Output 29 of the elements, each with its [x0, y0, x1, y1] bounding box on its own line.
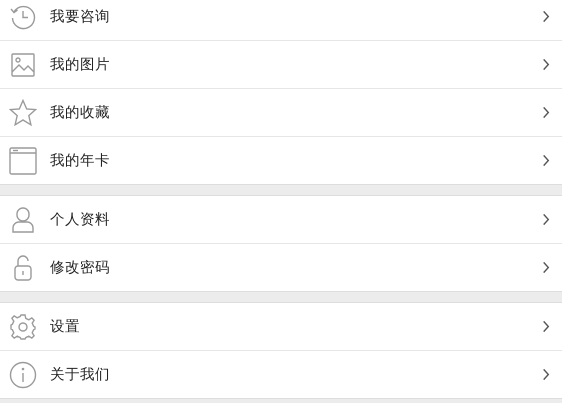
chevron-icon — [542, 368, 550, 381]
menu-label: 我的图片 — [50, 56, 111, 74]
chevron-icon — [542, 261, 550, 274]
menu-item[interactable]: 我的年卡 — [0, 137, 562, 184]
chevron-icon — [542, 106, 550, 119]
chevron-icon — [542, 10, 550, 23]
menu-label: 设置 — [50, 318, 81, 336]
info-icon — [9, 360, 37, 388]
menu-label: 修改密码 — [50, 258, 111, 277]
menu-item[interactable]: 修改密码 — [0, 244, 562, 291]
image-icon — [9, 50, 37, 78]
chevron-icon — [542, 58, 550, 71]
menu-label: 我的年卡 — [50, 152, 111, 170]
chevron-icon — [542, 320, 550, 333]
window-icon — [9, 146, 37, 174]
menu-label: 个人资料 — [50, 211, 111, 229]
chevron-icon — [542, 154, 550, 167]
menu-item[interactable]: 我的收藏 — [0, 89, 562, 137]
menu-item[interactable]: 个人资料 — [0, 196, 562, 244]
settings-icon — [9, 312, 37, 340]
chevron-icon — [542, 213, 550, 226]
menu-label: 我要咨询 — [50, 8, 111, 26]
menu-item[interactable]: 关于我们 — [0, 351, 562, 398]
menu-item[interactable]: 我的图片 — [0, 41, 562, 89]
star-icon — [9, 98, 37, 126]
menu-item[interactable]: 我要咨询 — [0, 0, 562, 41]
menu-label: 我的收藏 — [50, 104, 111, 122]
menu-item[interactable]: 设置 — [0, 303, 562, 351]
menu-label: 关于我们 — [50, 366, 111, 384]
